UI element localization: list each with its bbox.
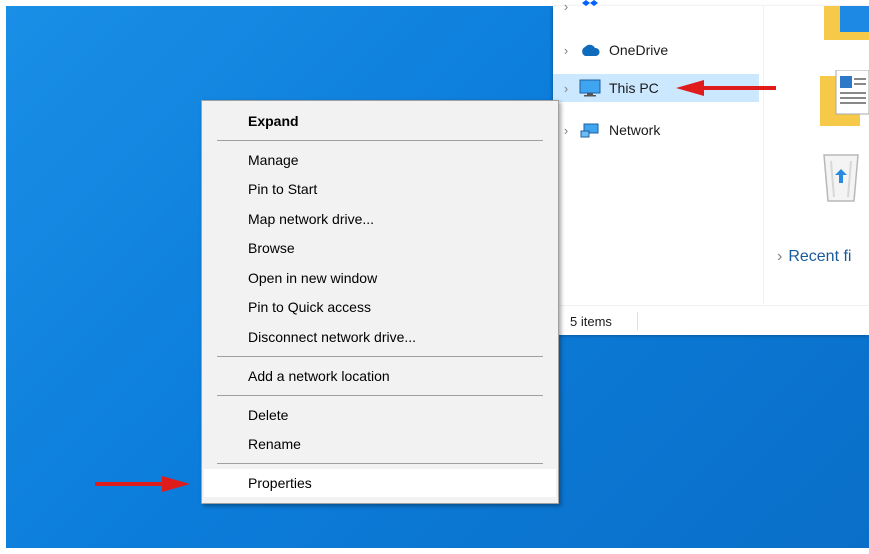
menu-separator <box>217 356 543 357</box>
menu-item-delete[interactable]: Delete <box>204 401 556 429</box>
status-divider <box>637 312 638 330</box>
nav-item-partial: › <box>553 0 759 20</box>
menu-item-pin-to-start[interactable]: Pin to Start <box>204 175 556 203</box>
menu-item-map-network-drive[interactable]: Map network drive... <box>204 205 556 233</box>
menu-item-label: Expand <box>248 113 299 129</box>
nav-item-label: This PC <box>609 80 659 96</box>
menu-item-label: Properties <box>248 475 312 491</box>
recent-files-label: Recent fi <box>788 248 852 265</box>
annotation-arrow-properties <box>95 476 190 492</box>
chevron-right-icon[interactable]: › <box>553 81 579 96</box>
menu-item-manage[interactable]: Manage <box>204 146 556 174</box>
frame-border <box>0 548 869 554</box>
nav-item-label: Network <box>609 122 661 138</box>
menu-item-browse[interactable]: Browse <box>204 234 556 262</box>
file-explorer-window: › › OneDrive › This PC › Network › Recen… <box>553 0 869 336</box>
nav-item-onedrive[interactable]: › OneDrive <box>553 36 759 64</box>
item-count: 5 items <box>570 314 612 329</box>
menu-item-expand[interactable]: Expand <box>204 107 556 135</box>
cloud-icon <box>579 42 601 58</box>
menu-item-add-network-location[interactable]: Add a network location <box>204 362 556 390</box>
menu-item-label: Open in new window <box>248 270 378 286</box>
annotation-arrow-this-pc <box>676 80 776 96</box>
menu-item-disconnect-network-drive[interactable]: Disconnect network drive... <box>204 323 556 351</box>
documents-folder-icon[interactable] <box>820 69 869 133</box>
menu-item-label: Map network drive... <box>248 211 375 227</box>
chevron-right-icon[interactable]: › <box>553 43 579 58</box>
menu-separator <box>217 463 543 464</box>
menu-item-label: Manage <box>248 152 299 168</box>
menu-item-pin-to-quick-access[interactable]: Pin to Quick access <box>204 293 556 321</box>
navigation-pane[interactable]: › › OneDrive › This PC › Network <box>553 0 764 304</box>
menu-item-label: Disconnect network drive... <box>248 329 417 345</box>
menu-item-label: Add a network location <box>248 368 390 384</box>
menu-item-label: Browse <box>248 240 295 256</box>
computer-icon <box>579 79 601 97</box>
chevron-right-icon[interactable]: › <box>777 248 782 265</box>
menu-item-properties[interactable]: Properties <box>204 469 556 497</box>
nav-item-label: OneDrive <box>609 42 669 58</box>
nav-item-network[interactable]: › Network <box>553 116 759 144</box>
recent-files-header[interactable]: › Recent fi <box>777 248 851 266</box>
chevron-right-icon: › <box>563 0 569 14</box>
dropbox-icon <box>579 0 601 14</box>
status-bar: 5 items <box>553 305 869 336</box>
folder-icon[interactable] <box>824 6 869 47</box>
menu-item-label: Delete <box>248 407 289 423</box>
menu-item-open-in-new-window[interactable]: Open in new window <box>204 264 556 292</box>
content-pane[interactable]: › Recent fi <box>764 6 869 304</box>
context-menu: Expand Manage Pin to Start Map network d… <box>201 100 559 504</box>
network-icon <box>579 122 601 138</box>
recycle-bin-icon[interactable] <box>821 151 861 208</box>
menu-separator <box>217 395 543 396</box>
menu-item-label: Pin to Quick access <box>248 299 371 315</box>
menu-item-label: Pin to Start <box>248 181 318 197</box>
menu-separator <box>217 140 543 141</box>
menu-item-label: Rename <box>248 436 301 452</box>
menu-item-rename[interactable]: Rename <box>204 430 556 458</box>
